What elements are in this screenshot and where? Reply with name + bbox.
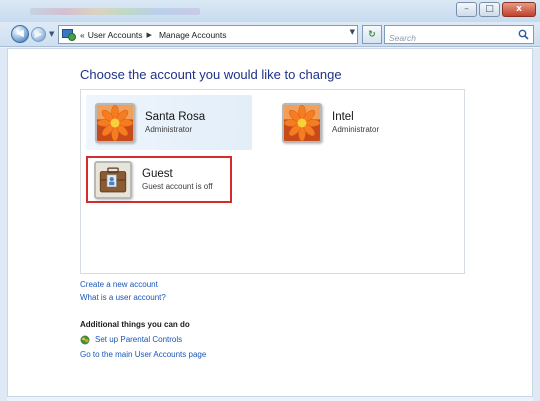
account-name: Intel xyxy=(332,110,354,123)
forward-button[interactable]: ▶ xyxy=(31,27,46,42)
close-button[interactable]: x xyxy=(502,2,536,17)
flower-icon xyxy=(97,104,133,141)
flower-icon xyxy=(284,104,320,141)
minimize-icon: – xyxy=(464,4,469,14)
window-controls: – □ x xyxy=(456,2,536,17)
account-text: Santa Rosa Administrator xyxy=(145,111,205,135)
breadcrumb-overflow[interactable]: « xyxy=(80,30,85,40)
maximize-icon: □ xyxy=(485,4,494,14)
account-text: Intel Administrator xyxy=(332,111,379,135)
minimize-button[interactable]: – xyxy=(456,2,477,17)
account-name: Guest xyxy=(142,167,173,180)
breadcrumb-separator-icon[interactable]: ▶ xyxy=(147,31,152,39)
back-button[interactable]: ◀ xyxy=(11,25,29,43)
close-icon: x xyxy=(516,4,522,14)
navigation-bar: ◀ ▶ ▼ « User Accounts ▶ Manage Accounts … xyxy=(0,22,540,47)
account-tile-guest[interactable]: Guest Guest account is off xyxy=(86,156,232,203)
additional-tasks-heading: Additional things you can do xyxy=(80,320,190,329)
additional-tasks: Additional things you can do Set up Pare… xyxy=(80,319,206,361)
breadcrumb-manage-accounts[interactable]: Manage Accounts xyxy=(159,30,227,40)
guest-briefcase-icon xyxy=(96,162,130,197)
maximize-button[interactable]: □ xyxy=(479,2,500,17)
forward-arrow-icon: ▶ xyxy=(34,28,43,40)
content-pane: Choose the account you would like to cha… xyxy=(7,48,533,397)
account-list: Santa Rosa Administrator Intel Administr… xyxy=(80,89,465,274)
account-type: Administrator xyxy=(145,124,193,134)
account-picture xyxy=(94,160,132,199)
main-user-accounts-link[interactable]: Go to the main User Accounts page xyxy=(80,349,206,361)
user-accounts-window: – □ x ◀ ▶ ▼ « User Accounts ▶ Manage Acc… xyxy=(0,0,540,401)
page-title: Choose the account you would like to cha… xyxy=(80,67,342,82)
account-text: Guest Guest account is off xyxy=(142,168,213,192)
breadcrumb-user-accounts[interactable]: User Accounts xyxy=(88,30,143,40)
control-panel-icon xyxy=(61,28,77,42)
parental-controls-link[interactable]: Set up Parental Controls xyxy=(95,334,182,346)
account-picture xyxy=(282,102,322,143)
account-tile-intel[interactable]: Intel Administrator xyxy=(282,95,442,150)
search-icon[interactable] xyxy=(518,29,529,40)
account-type: Administrator xyxy=(332,124,380,134)
account-status: Guest account is off xyxy=(142,181,213,191)
parental-controls-row[interactable]: Set up Parental Controls xyxy=(80,334,206,346)
refresh-icon: ↻ xyxy=(368,29,376,40)
account-name: Santa Rosa xyxy=(145,110,206,123)
window-right-border xyxy=(533,48,540,401)
title-bar[interactable]: – □ x xyxy=(0,0,540,22)
back-arrow-icon: ◀ xyxy=(16,28,24,39)
window-left-border xyxy=(0,48,7,401)
title-bar-decoration xyxy=(30,8,200,15)
parental-controls-icon xyxy=(80,335,90,345)
refresh-button[interactable]: ↻ xyxy=(362,25,382,44)
address-dropdown-icon[interactable]: ▼ xyxy=(350,28,355,36)
account-links: Create a new account What is a user acco… xyxy=(80,279,166,304)
address-bar[interactable]: « User Accounts ▶ Manage Accounts ▼ xyxy=(58,25,358,44)
create-account-link[interactable]: Create a new account xyxy=(80,279,166,291)
search-box[interactable] xyxy=(384,25,534,47)
what-is-user-account-link[interactable]: What is a user account? xyxy=(80,292,166,304)
recent-pages-dropdown[interactable]: ▼ xyxy=(49,30,54,38)
account-picture xyxy=(95,102,135,143)
account-tile-santa-rosa[interactable]: Santa Rosa Administrator xyxy=(86,95,252,150)
search-input[interactable] xyxy=(385,29,510,47)
